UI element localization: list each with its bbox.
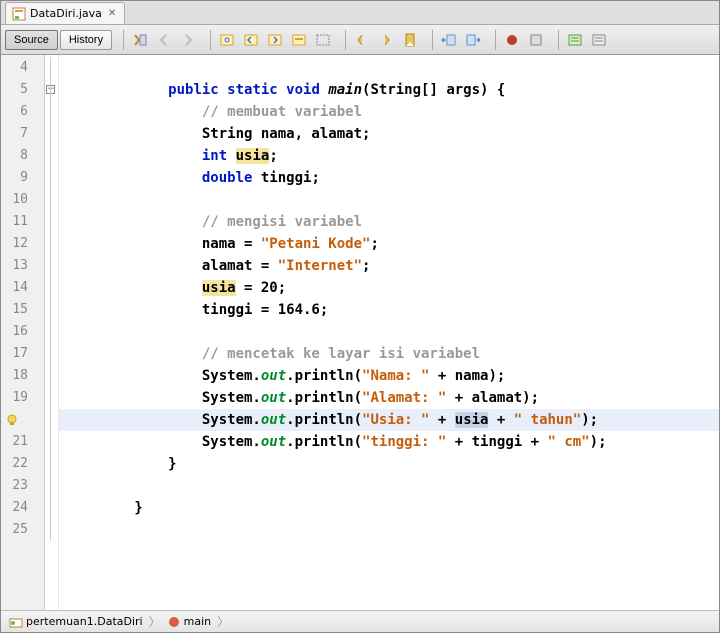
shift-left-icon[interactable] bbox=[438, 29, 460, 51]
uncomment-icon[interactable] bbox=[588, 29, 610, 51]
line-number: 23 bbox=[1, 475, 44, 497]
prev-bookmark-icon[interactable] bbox=[351, 29, 373, 51]
chevron-right-icon: 〉 bbox=[217, 613, 229, 630]
comment-icon[interactable] bbox=[564, 29, 586, 51]
code-line[interactable] bbox=[59, 321, 719, 343]
separator bbox=[495, 30, 496, 50]
method-icon bbox=[167, 615, 181, 629]
stop-macro-icon[interactable] bbox=[525, 29, 547, 51]
code-line[interactable] bbox=[59, 189, 719, 211]
forward-icon[interactable] bbox=[177, 29, 199, 51]
line-number: 17 bbox=[1, 343, 44, 365]
line-number: 25 bbox=[1, 519, 44, 541]
breadcrumb-method[interactable]: main bbox=[163, 615, 215, 629]
code-line[interactable] bbox=[59, 57, 719, 79]
code-editor[interactable]: 45678910111213141516171819 2122232425 − p… bbox=[1, 55, 719, 610]
line-number: 6 bbox=[1, 101, 44, 123]
code-line[interactable]: // mengisi variabel bbox=[59, 211, 719, 233]
toggle-rect-select-icon[interactable] bbox=[312, 29, 334, 51]
fold-strip: − bbox=[45, 55, 59, 610]
code-line[interactable]: } bbox=[59, 453, 719, 475]
line-number: 10 bbox=[1, 189, 44, 211]
line-number: 16 bbox=[1, 321, 44, 343]
class-icon bbox=[9, 615, 23, 629]
code-line[interactable]: alamat = "Internet"; bbox=[59, 255, 719, 277]
editor-toolbar: Source History bbox=[1, 25, 719, 55]
line-number: 11 bbox=[1, 211, 44, 233]
breadcrumb-class[interactable]: pertemuan1.DataDiri bbox=[5, 615, 147, 629]
breadcrumb-class-label: pertemuan1.DataDiri bbox=[26, 615, 143, 628]
code-line[interactable]: System.out.println("Alamat: " + alamat); bbox=[59, 387, 719, 409]
tab-close-icon[interactable]: ✕ bbox=[106, 8, 118, 19]
line-number: 8 bbox=[1, 145, 44, 167]
code-line[interactable]: // membuat variabel bbox=[59, 101, 719, 123]
editor-tabbar: DataDiri.java ✕ bbox=[1, 1, 719, 25]
hint-bulb-icon[interactable] bbox=[1, 409, 44, 431]
line-number: 5 bbox=[1, 79, 44, 101]
breadcrumb-bar: pertemuan1.DataDiri 〉 main 〉 bbox=[1, 610, 719, 632]
line-number: 24 bbox=[1, 497, 44, 519]
code-area[interactable]: public static void main(String[] args) {… bbox=[59, 55, 719, 610]
line-number: 9 bbox=[1, 167, 44, 189]
line-number: 13 bbox=[1, 255, 44, 277]
source-button[interactable]: Source bbox=[5, 30, 58, 50]
chevron-right-icon: 〉 bbox=[149, 613, 161, 630]
breadcrumb-method-label: main bbox=[184, 615, 211, 628]
next-bookmark-icon[interactable] bbox=[375, 29, 397, 51]
code-line[interactable]: usia = 20; bbox=[59, 277, 719, 299]
code-line[interactable]: System.out.println("tinggi: " + tinggi +… bbox=[59, 431, 719, 453]
line-number: 4 bbox=[1, 57, 44, 79]
line-number-gutter: 45678910111213141516171819 2122232425 bbox=[1, 55, 45, 610]
separator bbox=[123, 30, 124, 50]
line-number: 19 bbox=[1, 387, 44, 409]
separator bbox=[558, 30, 559, 50]
toggle-highlight-icon[interactable] bbox=[288, 29, 310, 51]
line-number: 21 bbox=[1, 431, 44, 453]
shift-right-icon[interactable] bbox=[462, 29, 484, 51]
code-line[interactable]: public static void main(String[] args) { bbox=[59, 79, 719, 101]
line-number: 22 bbox=[1, 453, 44, 475]
separator bbox=[432, 30, 433, 50]
back-icon[interactable] bbox=[153, 29, 175, 51]
java-file-icon bbox=[12, 7, 26, 21]
code-line[interactable]: } bbox=[59, 497, 719, 519]
code-line[interactable]: int usia; bbox=[59, 145, 719, 167]
line-number: 14 bbox=[1, 277, 44, 299]
line-number: 7 bbox=[1, 123, 44, 145]
code-line[interactable]: tinggi = 164.6; bbox=[59, 299, 719, 321]
start-macro-icon[interactable] bbox=[501, 29, 523, 51]
code-line[interactable] bbox=[59, 475, 719, 497]
last-edit-icon[interactable] bbox=[129, 29, 151, 51]
line-number: 12 bbox=[1, 233, 44, 255]
separator bbox=[210, 30, 211, 50]
code-line[interactable]: nama = "Petani Kode"; bbox=[59, 233, 719, 255]
code-line[interactable]: System.out.println("Usia: " + usia + " t… bbox=[59, 409, 719, 431]
code-line[interactable]: double tinggi; bbox=[59, 167, 719, 189]
history-button[interactable]: History bbox=[60, 30, 112, 50]
tab-filename: DataDiri.java bbox=[30, 7, 102, 20]
toggle-bookmark-icon[interactable] bbox=[399, 29, 421, 51]
code-line[interactable]: // mencetak ke layar isi variabel bbox=[59, 343, 719, 365]
find-prev-icon[interactable] bbox=[240, 29, 262, 51]
code-line[interactable]: System.out.println("Nama: " + nama); bbox=[59, 365, 719, 387]
find-selection-icon[interactable] bbox=[216, 29, 238, 51]
find-next-icon[interactable] bbox=[264, 29, 286, 51]
code-line[interactable]: String nama, alamat; bbox=[59, 123, 719, 145]
line-number: 18 bbox=[1, 365, 44, 387]
file-tab[interactable]: DataDiri.java ✕ bbox=[5, 2, 125, 24]
separator bbox=[345, 30, 346, 50]
line-number: 15 bbox=[1, 299, 44, 321]
code-line[interactable] bbox=[59, 519, 719, 541]
